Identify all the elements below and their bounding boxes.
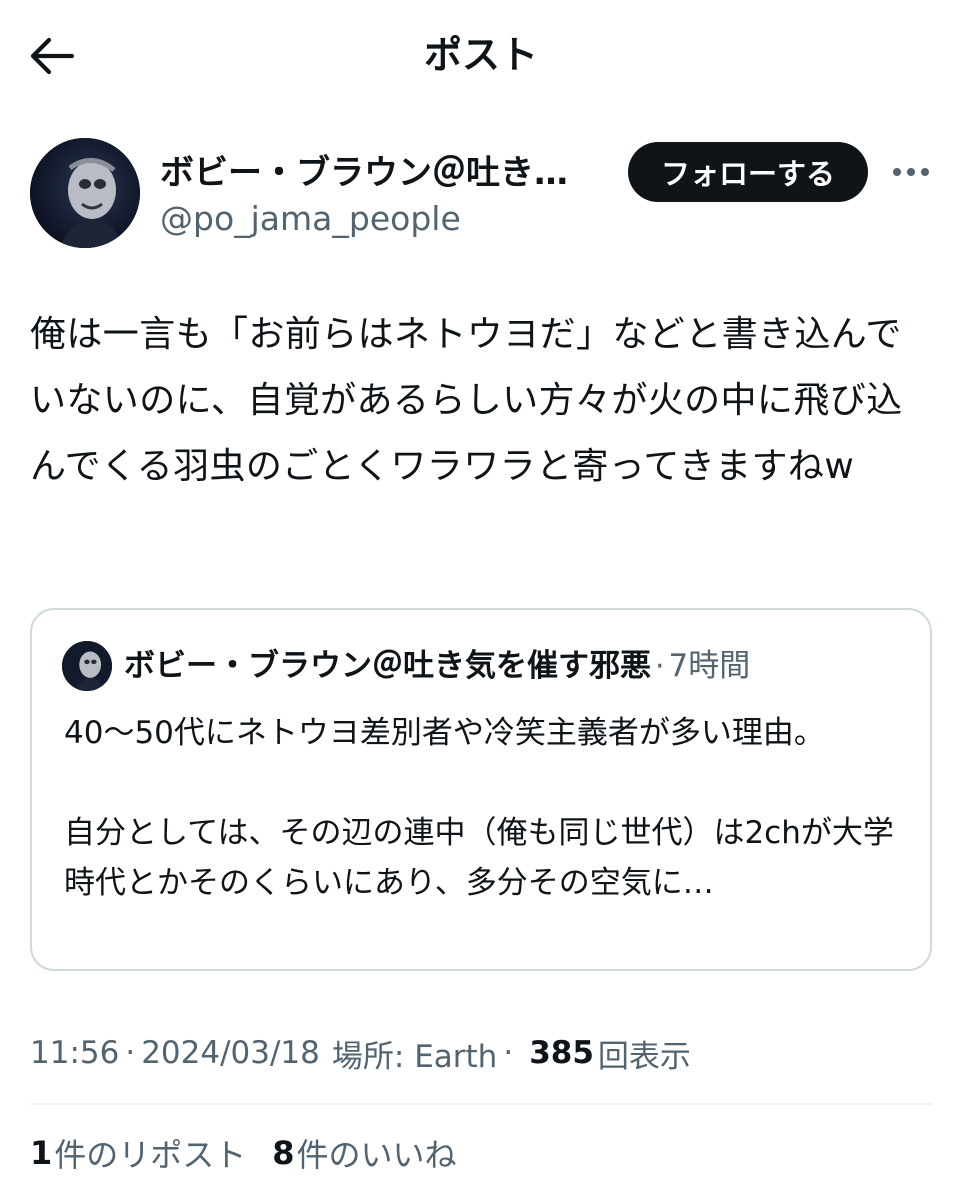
views-count: 385 xyxy=(529,1035,594,1071)
likes-count: 8 xyxy=(272,1134,295,1172)
divider xyxy=(30,1103,932,1105)
reposts-stat[interactable]: 1 件のリポスト xyxy=(30,1130,246,1176)
views-label: 回表示 xyxy=(597,1038,691,1075)
post-location: 場所: Earth xyxy=(331,1038,498,1075)
quoted-separator: · xyxy=(655,648,665,684)
post-meta: 11:56 · 2024/03/18 場所: Earth · 385 回表示 xyxy=(30,1028,691,1078)
quoted-avatar xyxy=(62,641,112,691)
reposts-label: 件のリポスト xyxy=(54,1136,247,1174)
reposts-count: 1 xyxy=(30,1134,53,1172)
quoted-time: 7時間 xyxy=(668,648,751,684)
author-name[interactable]: ボビー・ブラウン＠吐き… xyxy=(160,152,600,194)
page-title: ポスト xyxy=(423,33,538,77)
quoted-post-card[interactable]: ボビー・ブラウン＠吐き気を催す邪悪 · 7時間 40〜50代にネトウヨ差別者や冷… xyxy=(30,608,932,971)
quoted-post-text: 40〜50代にネトウヨ差別者や冷笑主義者が多い理由。 自分としては、その辺の連中… xyxy=(64,715,894,901)
more-button[interactable] xyxy=(888,154,934,190)
more-horizontal-icon xyxy=(893,168,929,176)
quoted-author-name: ボビー・ブラウン＠吐き気を催す邪悪 xyxy=(124,648,651,684)
author-handle[interactable]: @po_jama_people xyxy=(160,198,461,240)
meta-separator-2: · xyxy=(503,1035,514,1071)
meta-separator: · xyxy=(125,1035,136,1071)
quoted-post-header: ボビー・ブラウン＠吐き気を催す邪悪 · 7時間 xyxy=(62,640,750,692)
post-text: 俺は一言も「お前らはネトウヨだ」などと書き込んでいないのに、自覚があるらしい方々… xyxy=(30,314,903,487)
follow-button[interactable]: フォローする xyxy=(628,142,868,202)
likes-stat[interactable]: 8 件のいいね xyxy=(272,1130,456,1176)
avatar[interactable] xyxy=(30,138,140,248)
top-bar: ポスト xyxy=(0,0,962,110)
post-date[interactable]: 2024/03/18 xyxy=(141,1035,320,1071)
author-row: ボビー・ブラウン＠吐き… @po_jama_people フォローする xyxy=(0,136,962,252)
post-time[interactable]: 11:56 xyxy=(30,1035,119,1071)
engagement-stats: 1 件のリポスト 8 件のいいね xyxy=(30,1128,457,1178)
likes-label: 件のいいね xyxy=(296,1136,457,1174)
